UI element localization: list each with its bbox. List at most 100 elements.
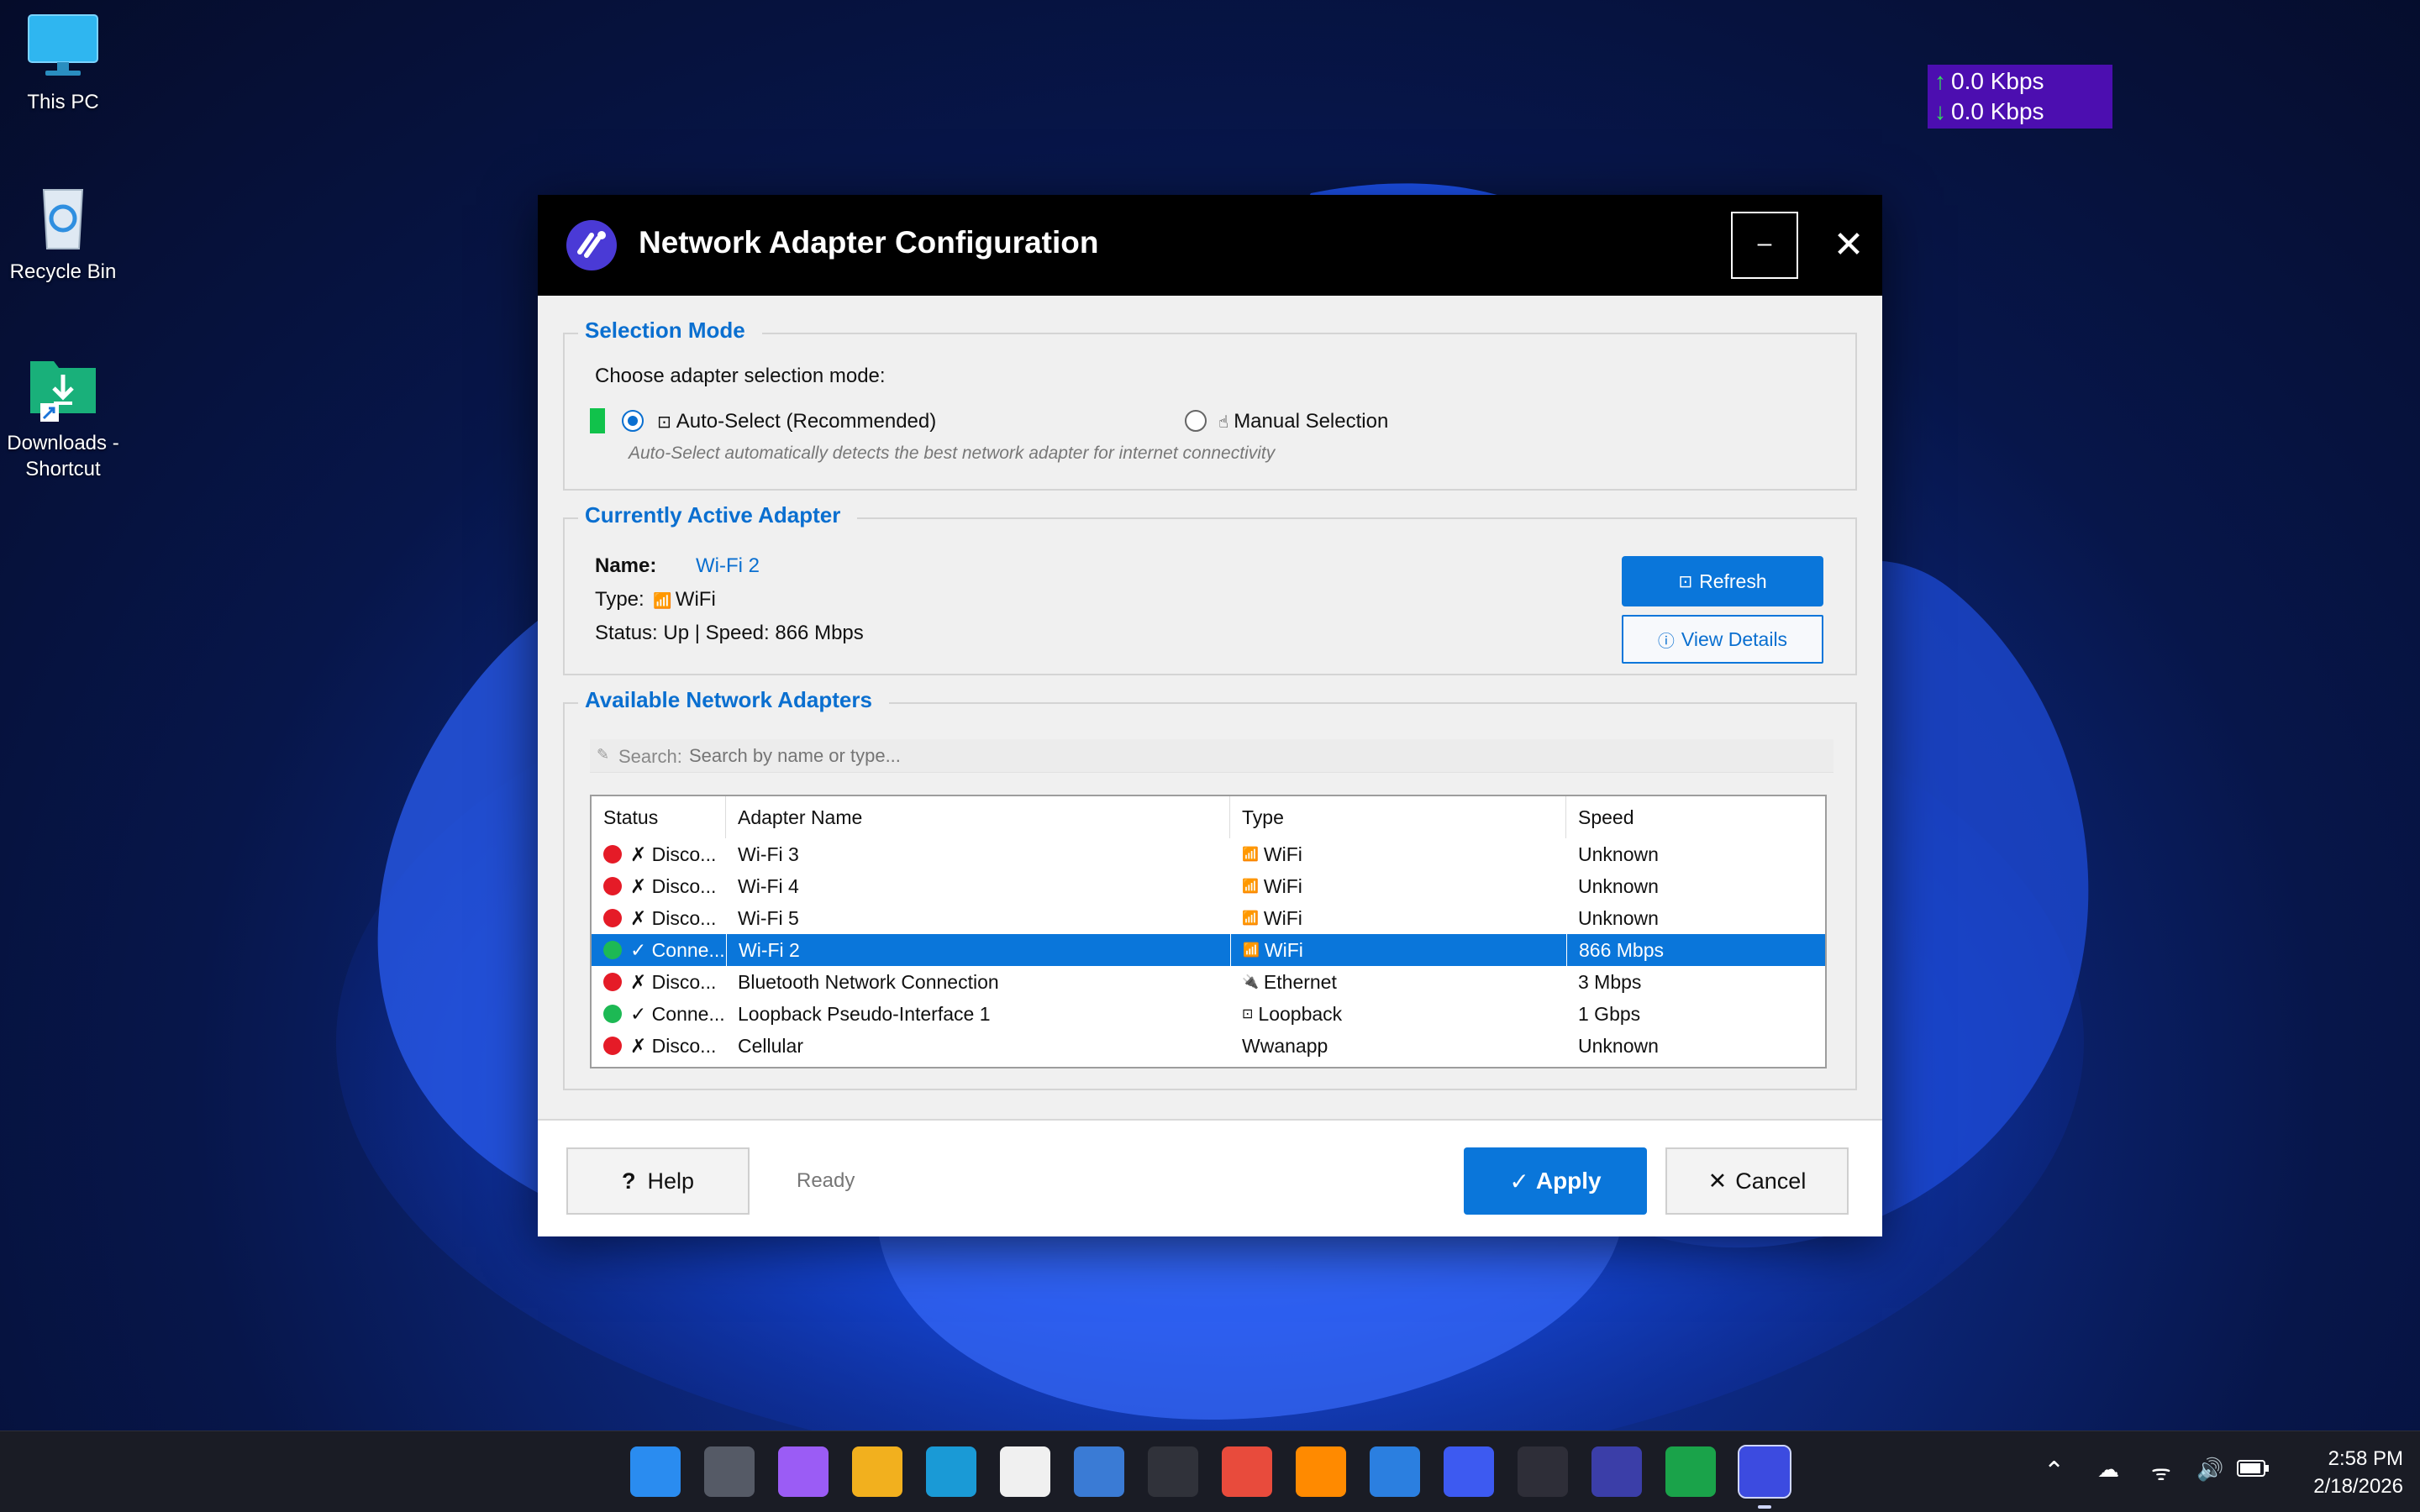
adapter-type-value: WiFi <box>675 588 716 611</box>
adapter-search-bar[interactable]: ✎ Search: <box>590 739 1833 773</box>
cancel-button[interactable]: ✕ Cancel <box>1665 1147 1849 1215</box>
network-adapter-dialog: Network Adapter Configuration – ✕ Select… <box>538 195 1882 1236</box>
table-header: Status Adapter Name Type Speed <box>592 796 1825 838</box>
speed-cell: Unknown <box>1578 843 1659 865</box>
speedometer-icon[interactable] <box>1518 1446 1568 1497</box>
sublime-icon[interactable] <box>1296 1446 1346 1497</box>
speed-cell: Unknown <box>1578 874 1659 897</box>
table-row[interactable]: ✓ Conne... Loopback Pseudo-Interface 1 ⊡ Lo… <box>592 998 1825 1030</box>
adapter-type-text: WiFi <box>1263 843 1302 865</box>
available-adapters-group: Available Network Adapters ✎ Search: Sta… <box>563 687 1857 1090</box>
table-row[interactable]: ✗ Disco... Bluetooth Network Connection 🔌 E… <box>592 966 1825 998</box>
adapter-name-label: Name: <box>595 554 657 577</box>
adapter-type-icon: 📶 <box>1243 943 1260 958</box>
auto-select-radio[interactable] <box>622 410 644 432</box>
taskbar-clock[interactable]: 2:58 PM 2/18/2026 <box>2286 1445 2403 1500</box>
refresh-label: Refresh <box>1699 570 1767 592</box>
copilot-icon[interactable] <box>778 1446 829 1497</box>
auto-select-option[interactable]: ⊡ Auto-Select (Recommended) <box>657 410 936 433</box>
column-header-status[interactable]: Status <box>592 796 726 838</box>
dialog-title: Network Adapter Configuration <box>639 225 1099 260</box>
type-cell: 📶 WiFi <box>1230 838 1566 870</box>
status-text: ✗ Disco... <box>630 843 717 865</box>
remote-desktop-icon[interactable] <box>1444 1446 1494 1497</box>
onedrive-icon[interactable]: ☁ <box>2097 1457 2119 1483</box>
network-adapter-app-icon[interactable] <box>1738 1445 1791 1509</box>
manual-selection-label: Manual Selection <box>1234 410 1389 433</box>
adapter-search-input[interactable] <box>689 743 1823 769</box>
wifi-icon[interactable]: ᯤ <box>2151 1457 2171 1487</box>
system-info-icon[interactable] <box>1591 1446 1642 1497</box>
volume-icon[interactable]: 🔊 <box>2196 1457 2223 1483</box>
dialog-title-bar[interactable]: Network Adapter Configuration – ✕ <box>538 195 1882 296</box>
control-panel-icon[interactable] <box>1074 1446 1124 1497</box>
vscode-icon[interactable] <box>1370 1446 1420 1497</box>
desktop-icon-label: Recycle Bin <box>9 260 117 283</box>
status-cell: ✗ Disco... <box>592 870 726 902</box>
auto-select-hint: Auto-Select automatically detects the be… <box>629 444 1276 463</box>
column-header-speed[interactable]: Speed <box>1566 796 1825 838</box>
table-row[interactable]: ✗ Disco... Wi-Fi 3 📶 WiFi Unknown <box>592 838 1825 870</box>
adapter-type-icon: 📶 <box>1242 848 1259 862</box>
apply-button[interactable]: ✓ Apply <box>1464 1147 1647 1215</box>
recycle-bin-icon <box>25 181 101 250</box>
table-row[interactable]: ✗ Disco... Wi-Fi 4 📶 WiFi Unknown <box>592 870 1825 902</box>
adapter-name-cell: Loopback Pseudo-Interface 1 <box>738 1002 991 1025</box>
table-row[interactable]: ✗ Disco... Wi-Fi 5 📶 WiFi Unknown <box>592 902 1825 934</box>
edge-icon[interactable] <box>926 1446 976 1497</box>
app-logo-icon <box>566 220 617 270</box>
help-button[interactable]: ? Help <box>566 1147 750 1215</box>
clock-time: 2:58 PM <box>2328 1447 2403 1470</box>
file-explorer-icon[interactable] <box>852 1446 902 1497</box>
adapter-type-icon: 🔌 <box>1242 975 1259 990</box>
type-cell: ⊡ Loopback <box>1230 998 1566 1030</box>
search-icon: ✎ <box>597 746 610 763</box>
adapter-type-icon: ⊡ <box>1242 1007 1254 1021</box>
adapter-type-icon: 📶 <box>1242 911 1259 926</box>
close-button[interactable]: ✕ <box>1815 212 1882 279</box>
status-cell: ✗ Disco... <box>592 902 726 934</box>
view-details-button[interactable]: ⓘ View Details <box>1622 615 1823 664</box>
info-icon: ⓘ <box>1657 632 1675 651</box>
status-dot-icon <box>603 941 622 959</box>
upload-speed: 0.0 Kbps <box>1951 68 2044 94</box>
adapter-type-text: Ethernet <box>1263 970 1337 993</box>
desktop-icon-this-pc[interactable]: This PC <box>0 12 126 115</box>
terminal-icon[interactable] <box>1148 1446 1198 1497</box>
status-dot-icon <box>603 1005 622 1023</box>
task-view-icon[interactable] <box>704 1446 755 1497</box>
active-adapter-legend: Currently Active Adapter <box>578 502 858 528</box>
chrome-icon[interactable] <box>1222 1446 1272 1497</box>
desktop-icon-recycle-bin[interactable]: Recycle Bin <box>0 181 126 285</box>
table-row[interactable]: ✗ Disco... Cellular Wwanapp Unknown <box>592 1030 1825 1062</box>
wifi-signal-icon: 📶 <box>653 592 672 609</box>
table-row[interactable]: ✓ Conne... Wi-Fi 2 📶 WiFi 866 Mbps <box>592 934 1825 966</box>
store-icon[interactable] <box>1000 1446 1050 1497</box>
battery-icon[interactable] <box>2237 1457 2270 1485</box>
upload-arrow-icon: ↑ <box>1934 68 1946 94</box>
adapter-name-value: Wi-Fi 2 <box>696 554 760 577</box>
status-cell: ✓ Conne... <box>592 934 726 966</box>
minimize-button[interactable]: – <box>1731 212 1798 279</box>
refresh-button[interactable]: ⊡ Refresh <box>1622 556 1823 606</box>
cancel-label: Cancel <box>1735 1168 1807 1194</box>
status-dot-icon <box>603 909 622 927</box>
column-header-type[interactable]: Type <box>1230 796 1566 838</box>
adapter-type-text: Loopback <box>1258 1002 1343 1025</box>
chevron-up-icon[interactable]: ⌃ <box>2044 1457 2065 1486</box>
adapters-table: Status Adapter Name Type Speed ✗ Disco..… <box>590 795 1827 1068</box>
desktop-icon-downloads-shortcut[interactable]: Downloads - Shortcut <box>0 353 126 482</box>
adapter-name-cell: Wi-Fi 5 <box>738 906 799 929</box>
manual-selection-option[interactable]: ☝ Manual Selection <box>1218 410 1388 433</box>
net-updown-icon[interactable] <box>1665 1446 1716 1497</box>
help-label: Help <box>647 1168 695 1194</box>
desktop-icon-label: This PC <box>27 91 99 113</box>
manual-selection-radio[interactable] <box>1185 410 1207 432</box>
column-header-adapter-name[interactable]: Adapter Name <box>726 796 1230 838</box>
start-icon[interactable] <box>630 1446 681 1497</box>
type-cell: 📶 WiFi <box>1230 870 1566 902</box>
status-text: ✗ Disco... <box>630 906 717 929</box>
status-text: Ready <box>797 1169 855 1192</box>
net-speed-meter: ↑ 0.0 Kbps ↓ 0.0 Kbps <box>1928 65 2112 129</box>
table-body: ✗ Disco... Wi-Fi 3 📶 WiFi Unknown ✗ Disco... W… <box>592 838 1825 1062</box>
